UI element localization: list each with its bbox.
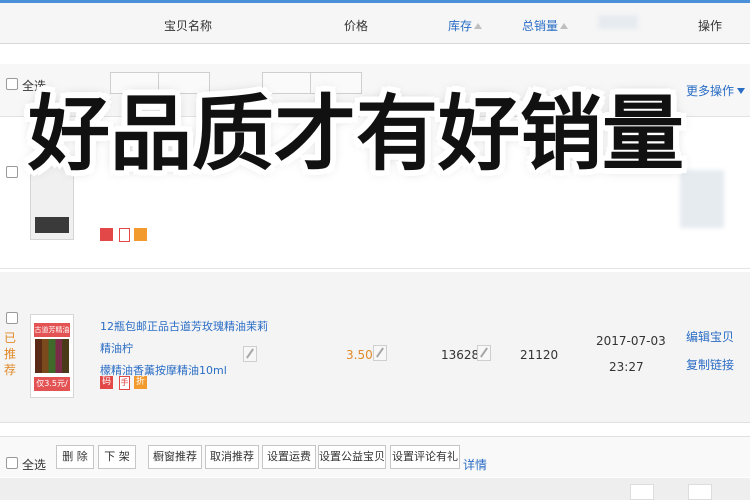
phone-tag-icon: 手 — [119, 376, 130, 390]
footer-bar — [0, 478, 750, 500]
select-all-checkbox-bottom[interactable] — [6, 457, 18, 469]
thumbnail-bottles-image — [35, 339, 69, 373]
cancel-recommend-button[interactable]: 取消推荐 — [205, 445, 259, 469]
set-shipping-button[interactable]: 设置运费 — [262, 445, 316, 469]
sort-up-icon — [560, 23, 569, 29]
product-sales: 21120 — [520, 348, 559, 362]
product-thumbnail[interactable]: 古道芳精油 仅3.5元/瓶 — [30, 314, 74, 398]
phone-tag-icon — [119, 228, 130, 242]
set-review-gift-button[interactable]: 设置评论有礼 — [390, 445, 460, 469]
caret-down-icon — [737, 88, 746, 94]
copy-link[interactable]: 复制链接 — [686, 356, 734, 373]
select-all-label-bottom: 全选 — [22, 458, 47, 472]
set-charity-button[interactable]: 设置公益宝贝 — [318, 445, 386, 469]
discount-tag-icon — [134, 228, 147, 241]
header-sales-label: 总销量 — [522, 19, 559, 33]
code-tag-icon: 码 — [100, 376, 113, 389]
blurred-header-cell — [598, 15, 638, 29]
pager-button[interactable] — [630, 484, 654, 500]
delist-button[interactable]: 下 架 — [98, 445, 136, 469]
edit-stock-pencil-icon[interactable] — [477, 345, 491, 361]
header-product-name: 宝贝名称 — [164, 19, 213, 33]
recommended-status: 已推荐 — [4, 331, 17, 377]
header-stock-sort[interactable]: 库存 — [448, 17, 483, 34]
select-all-checkbox[interactable] — [6, 78, 18, 90]
product-price: 3.50 — [346, 348, 373, 362]
header-stock-label: 库存 — [448, 19, 473, 33]
details-link[interactable]: 详情 — [463, 456, 487, 473]
product-stock: 13628 — [441, 348, 480, 362]
header-price: 价格 — [344, 19, 369, 33]
list-date: 2017-07-03 — [596, 334, 666, 348]
sort-up-icon — [474, 23, 483, 29]
row-checkbox[interactable] — [6, 166, 18, 178]
table-header: 宝贝名称 价格 库存 总销量 操作 — [0, 3, 750, 44]
edit-price-pencil-icon[interactable] — [373, 345, 387, 361]
bottom-toolbar: 全选 删 除 下 架 橱窗推荐 取消推荐 设置运费 设置公益宝贝 设置评论有礼 … — [0, 436, 750, 477]
promo-headline: 好品质才有好销量 — [28, 87, 685, 182]
header-sales-sort[interactable]: 总销量 — [522, 17, 569, 34]
table-row: 已推荐 古道芳精油 仅3.5元/瓶 12瓶包邮正品古道芳玫瑰精油茉莉精油柠 檬精… — [0, 272, 750, 423]
edit-product-link[interactable]: 编辑宝贝 — [686, 328, 734, 345]
row-checkbox[interactable] — [6, 312, 18, 324]
thumbnail-band: 古道芳精油 — [34, 323, 70, 337]
edit-title-pencil-icon[interactable] — [243, 346, 257, 362]
window-recommend-button[interactable]: 橱窗推荐 — [148, 445, 202, 469]
delete-button[interactable]: 删 除 — [56, 445, 94, 469]
list-time: 23:27 — [609, 360, 644, 374]
header-operations: 操作 — [698, 19, 723, 33]
pager-button[interactable] — [688, 484, 712, 500]
code-tag-icon — [100, 228, 113, 241]
discount-tag-icon: 折 — [134, 376, 147, 389]
thumbnail-price: 仅3.5元/瓶 — [34, 377, 70, 397]
